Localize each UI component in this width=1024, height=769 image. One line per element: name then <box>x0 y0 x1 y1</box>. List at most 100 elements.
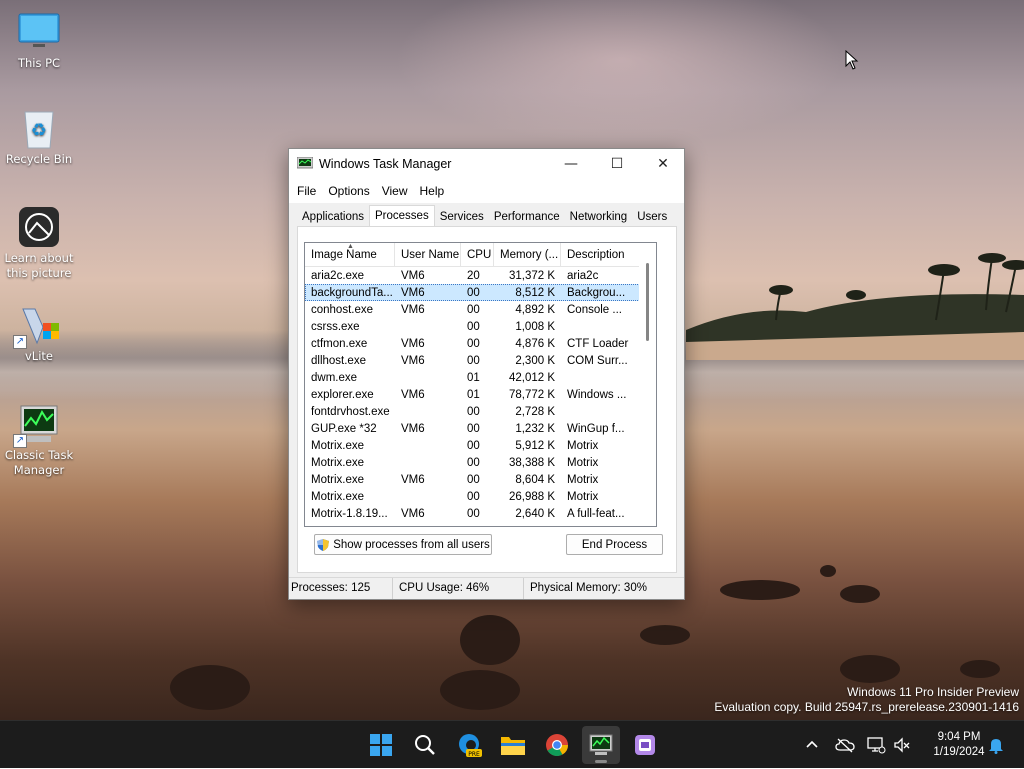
notifications-button[interactable] <box>988 721 1004 769</box>
maximize-button[interactable]: ☐ <box>594 149 640 179</box>
vertical-scrollbar[interactable] <box>639 243 656 526</box>
cell-memory: 38,388 K <box>508 456 555 469</box>
mouse-cursor-icon <box>845 50 859 70</box>
uac-shield-icon <box>317 538 330 551</box>
cell-image-name: backgroundTa... <box>311 286 393 299</box>
start-button[interactable] <box>362 726 400 764</box>
taskbar-chrome[interactable] <box>538 726 576 764</box>
chevron-up-icon <box>806 740 818 748</box>
process-row[interactable]: backgroundTa... VM6 00 8,512 K Backgrou... <box>305 284 656 301</box>
column-header-description[interactable]: Description <box>561 243 637 267</box>
minimize-button[interactable]: — <box>548 149 594 179</box>
process-list[interactable]: ▲ Image Name User Name CPU Memory (... D… <box>304 242 657 527</box>
desktop-icon-label: Recycle Bin <box>5 152 73 166</box>
recycle-bin-icon: ♻ <box>17 106 61 150</box>
column-header-user-name[interactable]: User Name <box>395 243 461 267</box>
taskbar-search-button[interactable] <box>406 726 444 764</box>
svg-text:♻: ♻ <box>31 120 47 141</box>
process-row[interactable]: GUP.exe *32 VM6 00 1,232 K WinGup f... <box>305 420 656 437</box>
menu-view[interactable]: View <box>376 184 414 198</box>
taskbar-clock[interactable]: 9:04 PM 1/19/2024 <box>920 730 998 760</box>
process-row[interactable]: dllhost.exe VM6 00 2,300 K COM Surr... <box>305 352 656 369</box>
tab-applications[interactable]: Applications <box>297 207 369 227</box>
rock <box>460 615 520 665</box>
taskbar-file-explorer[interactable] <box>494 726 532 764</box>
tray-onedrive[interactable] <box>835 721 855 769</box>
taskbar: PRE 9:04 PM 1/19/2024 <box>0 720 1024 768</box>
tab-processes[interactable]: Processes <box>369 205 435 227</box>
cell-cpu: 00 <box>467 439 480 452</box>
cell-memory: 1,008 K <box>515 320 555 333</box>
shortcut-arrow-icon: ↗ <box>13 335 27 349</box>
scrollbar-thumb[interactable] <box>646 263 649 341</box>
desktop-icon-classic-task-manager[interactable]: ↗ Classic Task Manager <box>0 402 78 478</box>
cell-image-name: dllhost.exe <box>311 354 366 367</box>
menu-help[interactable]: Help <box>414 184 451 198</box>
tray-network[interactable] <box>866 721 886 769</box>
desktop-icon-recycle-bin[interactable]: ♻ Recycle Bin <box>0 106 78 167</box>
cell-image-name: explorer.exe <box>311 388 374 401</box>
cell-memory: 5,912 K <box>515 439 555 452</box>
cell-cpu: 00 <box>467 422 480 435</box>
taskbar-app[interactable] <box>626 726 664 764</box>
process-rows: aria2c.exe VM6 20 31,372 K aria2c backgroundT… <box>305 267 656 522</box>
os-watermark: Windows 11 Pro Insider Preview Evaluatio… <box>714 685 1019 715</box>
cell-user-name: VM6 <box>401 337 425 350</box>
end-process-button[interactable]: End Process <box>566 534 663 555</box>
menu-file[interactable]: File <box>291 184 322 198</box>
desktop-icon-this-pc[interactable]: This PC <box>0 10 78 71</box>
process-row[interactable]: fontdrvhost.exe 00 2,728 K <box>305 403 656 420</box>
cell-description: Backgrou... <box>567 286 626 299</box>
rock <box>440 670 520 710</box>
process-row[interactable]: csrss.exe 00 1,008 K <box>305 318 656 335</box>
process-row[interactable]: dwm.exe 01 42,012 K <box>305 369 656 386</box>
desktop-icon-label: This PC <box>17 56 61 70</box>
cell-user-name: VM6 <box>401 422 425 435</box>
process-row[interactable]: ctfmon.exe VM6 00 4,876 K CTF Loader <box>305 335 656 352</box>
process-row[interactable]: explorer.exe VM6 01 78,772 K Windows ... <box>305 386 656 403</box>
cell-cpu: 00 <box>467 456 480 469</box>
cloud-offline-icon <box>835 738 855 753</box>
cell-memory: 42,012 K <box>508 371 555 384</box>
desktop-icon-learn-about-picture[interactable]: Learn about this picture <box>0 205 78 281</box>
process-row[interactable]: aria2c.exe VM6 20 31,372 K aria2c <box>305 267 656 284</box>
cell-cpu: 00 <box>467 473 480 486</box>
rock <box>170 665 250 710</box>
taskbar-task-manager[interactable] <box>582 726 620 764</box>
show-hidden-icons-button[interactable] <box>804 721 820 769</box>
tab-services[interactable]: Services <box>435 207 489 227</box>
tab-performance[interactable]: Performance <box>489 207 565 227</box>
cell-description: COM Surr... <box>567 354 628 367</box>
edge-beta-icon: PRE <box>459 734 482 758</box>
cell-memory: 8,604 K <box>515 473 555 486</box>
column-header-cpu[interactable]: CPU <box>461 243 494 267</box>
column-header-memory[interactable]: Memory (... <box>494 243 561 267</box>
process-row[interactable]: Motrix.exe 00 5,912 K Motrix <box>305 437 656 454</box>
process-row[interactable]: Motrix.exe 00 38,388 K Motrix <box>305 454 656 471</box>
show-all-users-button[interactable]: Show processes from all users <box>314 534 492 555</box>
cell-description: WinGup f... <box>567 422 625 435</box>
taskbar-edge-beta[interactable]: PRE <box>450 726 488 764</box>
process-row[interactable]: Motrix.exe VM6 00 8,604 K Motrix <box>305 471 656 488</box>
cell-image-name: fontdrvhost.exe <box>311 405 390 418</box>
rock <box>840 655 900 683</box>
status-cpu-usage: CPU Usage: 46% <box>393 578 524 599</box>
rock <box>840 585 880 603</box>
sort-ascending-icon: ▲ <box>347 243 354 250</box>
menu-options[interactable]: Options <box>322 184 375 198</box>
rock <box>640 625 690 645</box>
cell-memory: 4,892 K <box>515 303 555 316</box>
close-button[interactable]: ✕ <box>640 149 686 179</box>
process-row[interactable]: Motrix.exe 00 26,988 K Motrix <box>305 488 656 505</box>
task-manager-window[interactable]: Windows Task Manager — ☐ ✕ File Options … <box>288 148 685 600</box>
cell-cpu: 01 <box>467 371 480 384</box>
desktop-icon-vlite[interactable]: ↗ vLite <box>0 303 78 364</box>
vlite-icon: ↗ <box>13 303 61 349</box>
tab-users[interactable]: Users <box>632 207 672 227</box>
tray-volume[interactable] <box>893 721 911 769</box>
tab-strip: Applications Processes Services Performa… <box>297 205 672 227</box>
window-titlebar[interactable]: Windows Task Manager — ☐ ✕ <box>289 149 684 179</box>
tab-networking[interactable]: Networking <box>565 207 633 227</box>
process-row[interactable]: conhost.exe VM6 00 4,892 K Console ... <box>305 301 656 318</box>
process-row[interactable]: Motrix-1.8.19... VM6 00 2,640 K A full-feat.… <box>305 505 656 522</box>
